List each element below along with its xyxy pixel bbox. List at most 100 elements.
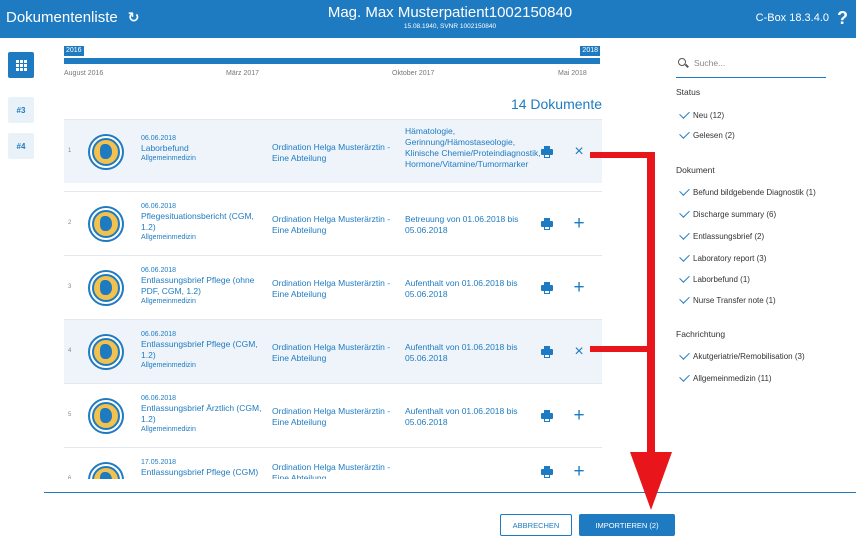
timeline-bar[interactable]: [64, 58, 600, 64]
document-count: 14 Dokumente: [510, 96, 602, 112]
add-button[interactable]: +: [567, 404, 591, 428]
patient-name: Mag. Max Musterpatient1002150840: [327, 4, 573, 21]
row-number: 2: [68, 220, 72, 226]
document-description: Betreuung von 01.06.2018 bis 05.06.2018: [405, 214, 519, 235]
sidebar-item-4[interactable]: #4: [8, 133, 34, 159]
add-button[interactable]: +: [567, 212, 591, 236]
grid-icon: [15, 59, 27, 71]
filter-label: Allgemeinmedizin (11): [693, 373, 772, 383]
document-title[interactable]: Entlassungsbrief Ärztlich (CGM, 1.2): [141, 403, 267, 425]
filter-checkbox[interactable]: Nurse Transfer note (1): [679, 293, 776, 306]
search-placeholder: Suche...: [694, 58, 726, 68]
print-icon[interactable]: [541, 218, 553, 230]
document-organization: Ordination Helga Musterärztin - Eine Abt…: [272, 462, 391, 479]
filter-checkbox[interactable]: Allgemeinmedizin (11): [679, 371, 772, 384]
filter-checkbox[interactable]: Akutgeriatrie/Remobilisation (3): [679, 349, 805, 362]
document-date: 17.05.2018: [141, 459, 177, 466]
check-icon: [679, 272, 690, 283]
document-description: Aufenthalt von 01.06.2018 bis 05.06.2018: [405, 342, 518, 363]
filter-checkbox[interactable]: Discharge summary (6): [679, 207, 777, 220]
patient-details: 15.08.1940, SVNR 1002150840: [403, 23, 497, 30]
document-department: Allgemeinmedizin: [141, 426, 196, 433]
document-list[interactable]: 1 06.06.2018 Laborbefund Allgemeinmedizi…: [64, 119, 602, 479]
filter-checkbox[interactable]: Entlassungsbrief (2): [679, 229, 765, 242]
refresh-icon[interactable]: ↻: [128, 9, 140, 26]
filter-label: Entlassungsbrief (2): [693, 231, 765, 241]
timeline[interactable]: 2016 2018 August 2016 März 2017 Oktober …: [64, 44, 600, 84]
document-department: Allgemeinmedizin: [141, 298, 196, 305]
patient-info: Mag. Max Musterpatient1002150840 15.08.1…: [280, 4, 620, 31]
header-right: C-Box 18.3.4.0 ?: [756, 9, 848, 27]
document-description: Hämatologie, Gerinnung/Hämostaseologie, …: [405, 126, 541, 169]
check-icon: [679, 349, 690, 360]
print-icon[interactable]: [541, 146, 553, 158]
document-description: Aufenthalt von 01.06.2018 bis 05.06.2018: [405, 406, 518, 427]
timeline-label: Mai 2018: [558, 70, 587, 77]
filter-label: Laboratory report (3): [693, 253, 767, 263]
document-title[interactable]: Entlassungsbrief Pflege (CGM, 1.2): [141, 339, 267, 361]
table-row[interactable]: 6 17.05.2018 Entlassungsbrief Pflege (CG…: [64, 447, 602, 479]
document-description: Aufenthalt von 01.06.2018 bis 05.06.2018: [405, 278, 518, 299]
header-left: Dokumentenliste ↻: [6, 9, 139, 26]
print-icon[interactable]: [541, 346, 553, 358]
table-row[interactable]: 2 06.06.2018 Pflegesituationsbericht (CG…: [64, 191, 602, 255]
document-info: 06.06.2018 Entlassungsbrief Pflege (CGM,…: [141, 330, 267, 371]
globe-icon: [88, 206, 124, 242]
row-number: 1: [68, 148, 72, 154]
print-icon[interactable]: [541, 410, 553, 422]
document-organization: Ordination Helga Musterärztin - Eine Abt…: [272, 214, 391, 235]
filter-label: Befund bildgebende Diagnostik (1): [693, 187, 816, 197]
filter-label: Neu (12): [693, 110, 725, 120]
globe-icon: [88, 270, 124, 306]
table-row[interactable]: 3 06.06.2018 Entlassungsbrief Pflege (oh…: [64, 255, 602, 319]
check-icon: [679, 251, 690, 262]
filter-checkbox[interactable]: Gelesen (2): [679, 128, 735, 141]
check-icon: [679, 293, 690, 304]
table-row[interactable]: 5 06.06.2018 Entlassungsbrief Ärztlich (…: [64, 383, 602, 447]
timeline-label: März 2017: [226, 70, 260, 77]
help-icon[interactable]: ?: [837, 9, 848, 27]
remove-button[interactable]: ×: [567, 340, 591, 364]
page-title: Dokumentenliste: [6, 9, 118, 26]
document-date: 06.06.2018: [141, 135, 177, 142]
filter-label: Akutgeriatrie/Remobilisation (3): [693, 351, 805, 361]
document-organization: Ordination Helga Musterärztin - Eine Abt…: [272, 342, 391, 363]
row-number: 5: [68, 412, 72, 418]
timeline-year-start: 2016: [64, 46, 84, 56]
add-button[interactable]: +: [567, 276, 591, 300]
document-info: 06.06.2018 Pflegesituationsbericht (CGM,…: [141, 202, 267, 243]
filter-checkbox[interactable]: Befund bildgebende Diagnostik (1): [679, 185, 816, 198]
filter-checkbox[interactable]: Laborbefund (1): [679, 272, 750, 285]
document-date: 06.06.2018: [141, 395, 177, 402]
import-button[interactable]: IMPORTIEREN (2): [579, 514, 675, 536]
sidebar-item-3[interactable]: #3: [8, 97, 34, 123]
document-department: Allgemeinmedizin: [141, 234, 196, 241]
filter-section-document: Dokument: [676, 165, 715, 175]
print-icon[interactable]: [541, 466, 553, 478]
remove-button[interactable]: ×: [567, 140, 591, 164]
filter-checkbox[interactable]: Laboratory report (3): [679, 251, 767, 264]
check-icon: [679, 185, 690, 196]
add-button[interactable]: +: [567, 460, 591, 479]
timeline-label: August 2016: [64, 70, 104, 77]
globe-icon: [88, 398, 124, 434]
filter-label: Laborbefund (1): [693, 274, 750, 284]
document-title[interactable]: Entlassungsbrief Pflege (ohne PDF, CGM, …: [141, 275, 267, 297]
document-department: Allgemeinmedizin: [141, 362, 196, 369]
document-title[interactable]: Entlassungsbrief Pflege (CGM): [141, 467, 267, 478]
filter-checkbox[interactable]: Neu (12): [679, 108, 725, 121]
table-row[interactable]: 1 06.06.2018 Laborbefund Allgemeinmedizi…: [64, 119, 602, 183]
document-title[interactable]: Pflegesituationsbericht (CGM, 1.2): [141, 211, 267, 233]
timeline-label: Oktober 2017: [392, 70, 435, 77]
globe-icon: [88, 462, 124, 479]
print-icon[interactable]: [541, 282, 553, 294]
grid-view-button[interactable]: [8, 52, 34, 78]
table-row[interactable]: 4 06.06.2018 Entlassungsbrief Pflege (CG…: [64, 319, 602, 383]
document-info: 17.05.2018 Entlassungsbrief Pflege (CGM): [141, 458, 267, 478]
document-date: 06.06.2018: [141, 267, 177, 274]
document-title[interactable]: Laborbefund: [141, 143, 267, 154]
filter-label: Gelesen (2): [693, 130, 735, 140]
filter-label: Discharge summary (6): [693, 209, 777, 219]
search-input[interactable]: Suche...: [676, 56, 826, 78]
cancel-button[interactable]: ABBRECHEN: [500, 514, 572, 536]
